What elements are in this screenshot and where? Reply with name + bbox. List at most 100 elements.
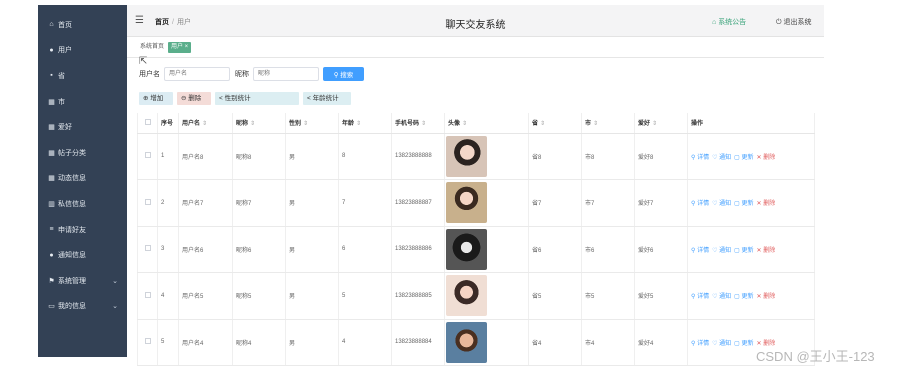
cell-username: 用户名6	[178, 226, 233, 273]
sidebar-item-label: 市	[58, 98, 65, 106]
detail-link[interactable]: ⚲ 详情	[691, 155, 709, 161]
col-age[interactable]: 年龄 ⇕	[338, 113, 392, 134]
delete-link[interactable]: ✕ 删除	[757, 294, 776, 300]
sort-icon: ⇕	[250, 121, 256, 128]
cell-username: 用户名8	[178, 133, 233, 180]
close-icon: ✕	[756, 294, 762, 301]
cell-index: 5	[157, 319, 179, 366]
table-row[interactable]: 2 用户名7 昵称7 男 7 13823888887 省7 市7 爱好7 ⚲ 详情 ♡ 通知 ▢ 更新…	[137, 179, 815, 227]
cell-gender: 男	[285, 319, 339, 366]
notify-link[interactable]: ♡ 通知	[712, 341, 731, 347]
add-button[interactable]: ⊕ 增加	[139, 92, 173, 105]
tab-home[interactable]: 系统首页	[137, 42, 167, 53]
notify-link[interactable]: ♡ 通知	[712, 248, 731, 254]
sidebar-item-label: 私信信息	[58, 200, 86, 208]
cell-gender: 男	[285, 179, 339, 227]
table-row[interactable]: 5 用户名4 昵称4 男 4 13823888884 省4 市4 爱好4 ⚲ 详情 ♡ 通知 ▢ 更新…	[137, 319, 815, 366]
sidebar-item-11[interactable]: ▭ 我的信息 ⌄	[38, 294, 127, 320]
minus-circle-icon: ⊖	[181, 95, 187, 102]
detail-link[interactable]: ⚲ 详情	[691, 341, 709, 347]
tab-user[interactable]: 用户 ×	[168, 42, 192, 53]
edit-link[interactable]: ▢ 更新	[734, 201, 753, 207]
edit-icon: ▢	[734, 294, 740, 301]
username-input[interactable]	[164, 67, 230, 81]
search-icon: ⚲	[691, 154, 696, 161]
sidebar-item-1[interactable]: ● 用户	[38, 38, 127, 64]
delete-link[interactable]: ✕ 删除	[757, 155, 776, 161]
sidebar-item-8[interactable]: ≡ 申请好友	[38, 217, 127, 243]
detail-link[interactable]: ⚲ 详情	[691, 294, 709, 300]
row-checkbox[interactable]	[137, 226, 158, 273]
sidebar-item-7[interactable]: ▥ 私信信息	[38, 191, 127, 217]
search-icon: ⚲	[333, 72, 339, 79]
notify-link[interactable]: ♡ 通知	[712, 294, 731, 300]
sidebar-item-10[interactable]: ⚑ 系统管理 ⌄	[38, 268, 127, 294]
sidebar-item-3[interactable]: ▦ 市	[38, 89, 127, 115]
sort-icon: ⇕	[421, 121, 427, 128]
edit-link[interactable]: ▢ 更新	[734, 294, 753, 300]
delete-link[interactable]: ✕ 删除	[757, 248, 776, 254]
row-checkbox[interactable]	[137, 179, 158, 227]
col-city[interactable]: 市 ⇕	[581, 113, 635, 134]
notify-link[interactable]: ♡ 通知	[712, 201, 731, 207]
search-button[interactable]: ⚲ 搜索	[323, 67, 364, 81]
sort-icon: ⇕	[303, 121, 309, 128]
detail-link[interactable]: ⚲ 详情	[691, 248, 709, 254]
sidebar-item-6[interactable]: ▦ 动态信息	[38, 166, 127, 192]
row-checkbox[interactable]	[137, 319, 158, 366]
avatar-image[interactable]	[446, 275, 487, 317]
col-gender[interactable]: 性别 ⇕	[285, 113, 339, 134]
table-row[interactable]: 3 用户名6 昵称6 男 6 13823888886 省6 市6 爱好6 ⚲ 详情 ♡ 通知 ▢ 更新…	[137, 226, 815, 273]
doc-icon: ▪	[50, 72, 53, 80]
action-bar: ⊕ 增加 ⊖ 删除 < 性别统计 < 年龄统计	[139, 92, 355, 105]
edit-link[interactable]: ▢ 更新	[734, 155, 753, 161]
sidebar-item-4[interactable]: ▦ 爱好	[38, 114, 127, 140]
col-username[interactable]: 用户名 ⇕	[178, 113, 233, 134]
sidebar-item-5[interactable]: ▦ 帖子分类	[38, 140, 127, 166]
avatar-image[interactable]	[446, 135, 487, 177]
notify-link[interactable]: ♡ 通知	[712, 155, 731, 161]
cell-phone: 13823888888	[391, 133, 445, 180]
edit-link[interactable]: ▢ 更新	[734, 248, 753, 254]
avatar-image[interactable]	[446, 182, 487, 224]
sidebar-item-label: 动态信息	[58, 175, 86, 183]
delete-button[interactable]: ⊖ 删除	[177, 92, 211, 105]
sidebar-item-9[interactable]: ● 通知信息	[38, 242, 127, 268]
avatar-image[interactable]	[446, 228, 487, 270]
logout-button[interactable]: ⏻ 退出系统	[776, 17, 812, 27]
table-row[interactable]: 1 用户名8 昵称8 男 8 13823888888 省8 市8 爱好8 ⚲ 详情 ♡ 通知 ▢ 更新…	[137, 133, 815, 180]
flag-icon: ⚑	[48, 277, 55, 285]
search-button-label: 搜索	[340, 72, 354, 79]
table-row[interactable]: 4 用户名5 昵称5 男 5 13823888885 省5 市5 爱好5 ⚲ 详情 ♡ 通知 ▢ 更新…	[137, 272, 815, 320]
edit-link[interactable]: ▢ 更新	[734, 341, 753, 347]
cell-actions: ⚲ 详情 ♡ 通知 ▢ 更新 ✕ 删除	[687, 272, 815, 320]
nickname-input[interactable]	[253, 67, 319, 81]
mouse-cursor-icon: ⇱	[139, 56, 148, 67]
age-stats-button[interactable]: < 年龄统计	[303, 92, 351, 105]
row-checkbox[interactable]	[137, 272, 158, 320]
select-all-checkbox[interactable]	[137, 113, 158, 134]
heart-icon: ♡	[712, 247, 718, 254]
heart-icon: ♡	[712, 294, 718, 301]
col-hobby[interactable]: 爱好 ⇕	[634, 113, 688, 134]
col-avatar[interactable]: 头像 ⇕	[444, 113, 529, 134]
row-checkbox[interactable]	[137, 133, 158, 180]
cell-index: 2	[157, 179, 179, 227]
system-notice-button[interactable]: ⌂ 系统公告	[712, 17, 746, 27]
cell-nickname: 昵称8	[232, 133, 286, 180]
cell-index: 1	[157, 133, 179, 180]
sidebar-item-0[interactable]: ⌂ 首页	[38, 12, 127, 38]
gender-stats-button[interactable]: < 性别统计	[215, 92, 299, 105]
sidebar-item-2[interactable]: ▪ 省	[38, 63, 127, 89]
table-header-row: 序号 用户名 ⇕ 昵称 ⇕ 性别 ⇕ 年龄 ⇕ 手机号码 ⇕ 头像 ⇕ 省 ⇕ 市 ⇕ 爱好 ⇕ …	[137, 113, 815, 134]
col-province[interactable]: 省 ⇕	[528, 113, 582, 134]
detail-link[interactable]: ⚲ 详情	[691, 201, 709, 207]
cell-gender: 男	[285, 272, 339, 320]
search-icon: ⚲	[691, 340, 696, 347]
col-phone[interactable]: 手机号码 ⇕	[391, 113, 445, 134]
col-nickname[interactable]: 昵称 ⇕	[232, 113, 286, 134]
avatar-image[interactable]	[446, 321, 487, 363]
delete-link[interactable]: ✕ 删除	[757, 201, 776, 207]
cell-nickname: 昵称6	[232, 226, 286, 273]
cell-city: 市5	[581, 272, 635, 320]
